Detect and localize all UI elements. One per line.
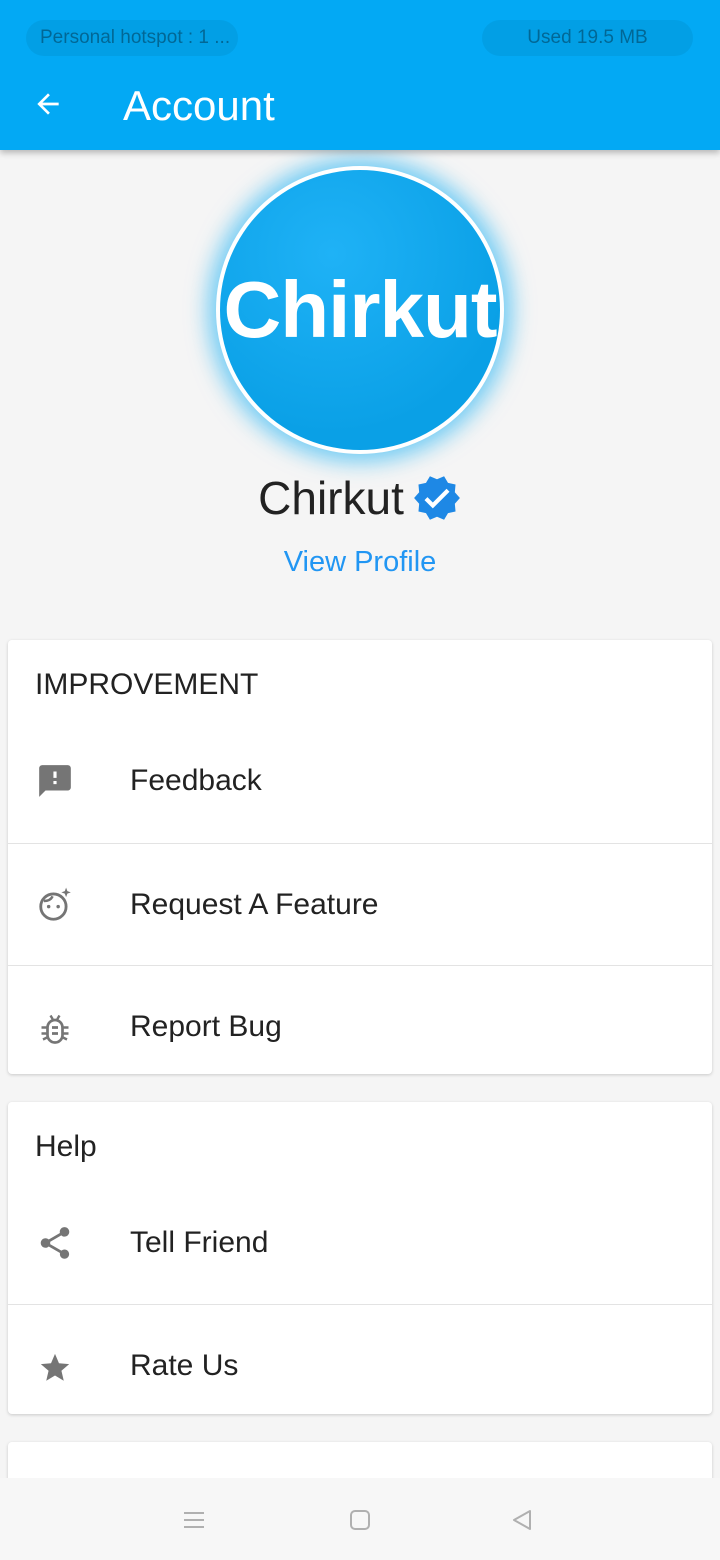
hotspot-status: Personal hotspot : 1 ...	[26, 20, 238, 56]
tell-friend-label: Tell Friend	[130, 1226, 269, 1259]
report-bug-label: Report Bug	[130, 1010, 282, 1043]
share-icon	[36, 1224, 74, 1262]
menu-button[interactable]	[174, 1500, 214, 1540]
rate-us-label: Rate Us	[130, 1349, 239, 1382]
bug-icon	[36, 1010, 74, 1048]
tell-friend-row[interactable]: Tell Friend	[8, 1182, 712, 1304]
system-nav-bar	[0, 1478, 720, 1560]
data-usage-status: Used 19.5 MB	[482, 20, 693, 56]
feedback-icon	[36, 762, 74, 800]
app-bar: Personal hotspot : 1 ... Used 19.5 MB Ac…	[0, 0, 720, 150]
nav-back-button[interactable]	[502, 1500, 542, 1540]
back-triangle-icon	[513, 1510, 531, 1530]
profile-name-row: Chirkut	[0, 470, 720, 526]
arrow-back-icon	[37, 93, 59, 115]
feedback-row[interactable]: Feedback	[8, 720, 712, 842]
section-title-improvement: IMPROVEMENT	[35, 668, 259, 701]
menu-icon	[184, 1512, 204, 1528]
view-profile-link[interactable]: View Profile	[0, 546, 720, 579]
profile-name: Chirkut	[258, 472, 404, 524]
help-card: Help Tell Friend Rate Us	[8, 1102, 712, 1414]
feedback-label: Feedback	[130, 764, 262, 797]
rate-us-row[interactable]: Rate Us	[8, 1305, 712, 1414]
section-title-help: Help	[35, 1130, 97, 1163]
star-icon	[36, 1349, 74, 1387]
home-button[interactable]	[340, 1500, 380, 1540]
back-button[interactable]	[28, 82, 68, 126]
avatar-circle: Chirkut	[220, 170, 500, 450]
verified-badge-icon	[413, 476, 460, 520]
improvement-card: IMPROVEMENT Feedback Request A Feature R…	[8, 640, 712, 1074]
page-title: Account	[123, 82, 275, 129]
report-bug-row[interactable]: Report Bug	[8, 966, 712, 1074]
request-feature-label: Request A Feature	[130, 888, 379, 921]
profile-avatar[interactable]: Chirkut	[216, 166, 504, 454]
avatar-logo-text: Chirkut	[223, 265, 498, 354]
face-sparkle-icon	[36, 886, 74, 924]
request-feature-row[interactable]: Request A Feature	[8, 844, 712, 966]
home-square-icon	[350, 1510, 370, 1530]
